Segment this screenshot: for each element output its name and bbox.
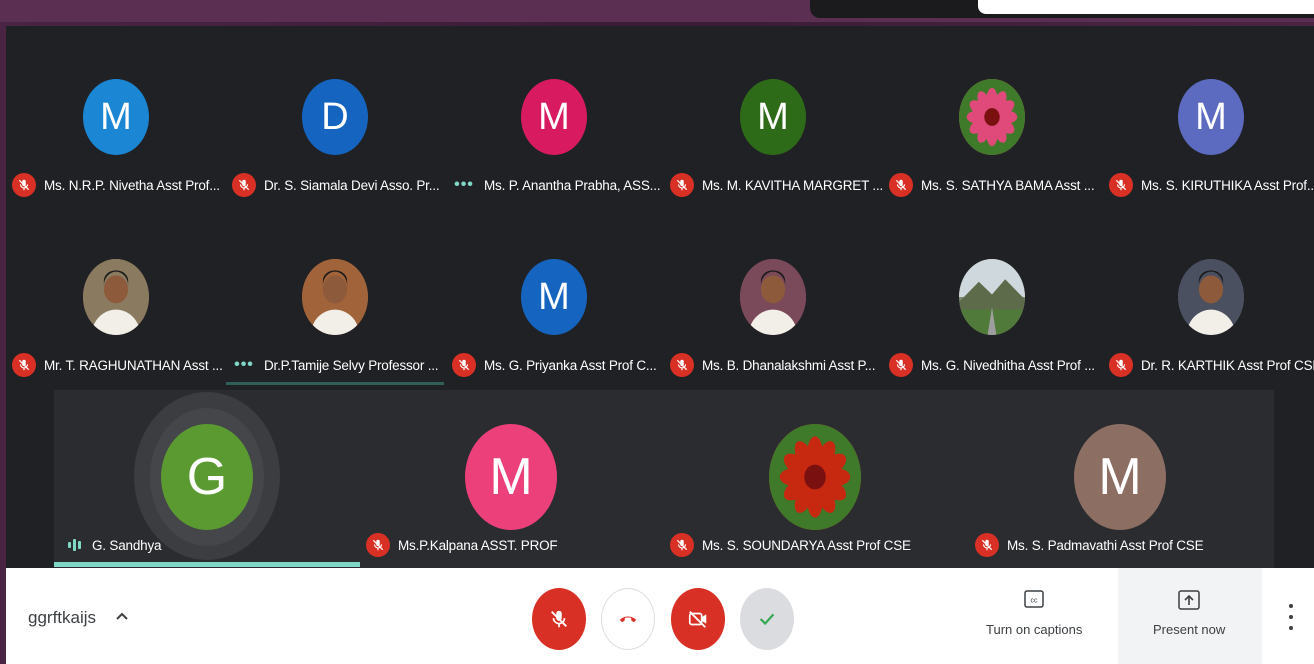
avatar: M [83, 79, 149, 155]
participant-name: Dr. S. Siamala Devi Asso. Pr... [264, 177, 440, 193]
avatar-photo [1178, 259, 1244, 335]
avatar: M [465, 424, 557, 530]
participant-name: G. Sandhya [92, 537, 162, 553]
meeting-code[interactable]: ggrftkaijs [28, 608, 96, 628]
avatar-photo [959, 259, 1025, 335]
participant-name-row: Dr. R. KARTHIK Asst Prof CSE [1109, 352, 1314, 378]
avatar-photo [769, 424, 861, 530]
mic-muted-icon [1109, 173, 1133, 197]
end-call-icon [619, 616, 637, 623]
mic-toggle-button[interactable] [532, 588, 586, 650]
participant-name: Ms.P.Kalpana ASST. PROF [398, 537, 558, 553]
mic-muted-icon [452, 353, 476, 377]
avatar: M [1178, 79, 1244, 155]
avatar: M [740, 79, 806, 155]
tile-highlight [226, 382, 444, 385]
avatar: D [302, 79, 368, 155]
speaking-indicator-icon [62, 539, 86, 551]
avatar-photo [83, 259, 149, 335]
mic-muted-icon [889, 173, 913, 197]
captions-button[interactable]: cc Turn on captions [986, 590, 1082, 637]
participant-name: Mr. T. RAGHUNATHAN Asst ... [44, 357, 223, 373]
participant-name: Ms. S. KIRUTHIKA Asst Prof... [1141, 177, 1314, 193]
participant-name-row: Ms. G. Priyanka Asst Prof C... [452, 352, 657, 378]
avatar-photo [302, 259, 368, 335]
participant-name: Ms. G. Nivedhitha Asst Prof ... [921, 357, 1095, 373]
avatar: G [161, 424, 253, 530]
participant-name: Dr.P.Tamije Selvy Professor ... [264, 357, 439, 373]
camera-off-icon [688, 611, 707, 628]
participant-name-row: ••• Ms. P. Anantha Prabha, ASS... [452, 172, 660, 198]
participant-name: Ms. S. SATHYA BAMA Asst ... [921, 177, 1095, 193]
active-speaker-indicator [54, 562, 360, 567]
present-now-label: Present now [1153, 622, 1226, 637]
avatar: M [1074, 424, 1166, 530]
participant-name: Ms. G. Priyanka Asst Prof C... [484, 357, 657, 373]
avatar-photo [959, 79, 1025, 155]
check-icon [759, 613, 775, 626]
present-now-button[interactable]: Present now [1153, 590, 1225, 637]
participant-name-row: Ms.P.Kalpana ASST. PROF [366, 532, 558, 558]
mic-muted-icon [12, 353, 36, 377]
mic-muted-icon [670, 173, 694, 197]
participant-name-row: Mr. T. RAGHUNATHAN Asst ... [12, 352, 223, 378]
participant-name: Ms. M. KAVITHA MARGRET ... [702, 177, 884, 193]
mic-muted-icon [366, 533, 390, 557]
avatar-photo [740, 259, 806, 335]
participant-name-row: Ms. N.R.P. Nivetha Asst Prof... [12, 172, 220, 198]
confirm-button[interactable] [740, 588, 794, 650]
mic-muted-icon [889, 353, 913, 377]
participant-name-row: Ms. G. Nivedhitha Asst Prof ... [889, 352, 1095, 378]
present-icon [1178, 590, 1200, 610]
mic-muted-icon [232, 173, 256, 197]
participant-name-row: Dr. S. Siamala Devi Asso. Pr... [232, 172, 440, 198]
participant-name: Ms. B. Dhanalakshmi Asst P... [702, 357, 876, 373]
participant-name: Ms. S. SOUNDARYA Asst Prof CSE [702, 537, 911, 553]
mic-muted-icon [670, 533, 694, 557]
mic-muted-icon [975, 533, 999, 557]
svg-text:cc: cc [1031, 598, 1039, 605]
captions-label: Turn on captions [986, 622, 1083, 637]
more-dots-icon: ••• [234, 356, 254, 373]
participant-name: Ms. N.R.P. Nivetha Asst Prof... [44, 177, 220, 193]
participant-name: Ms. S. Padmavathi Asst Prof CSE [1007, 537, 1204, 553]
more-options-icon[interactable] [1282, 604, 1300, 630]
mic-muted-icon [12, 173, 36, 197]
chevron-up-icon[interactable] [112, 606, 132, 626]
participant-name-row: Ms. S. KIRUTHIKA Asst Prof... [1109, 172, 1314, 198]
top-search-area [978, 0, 1314, 14]
camera-toggle-button[interactable] [671, 588, 725, 650]
participant-name-row: Ms. B. Dhanalakshmi Asst P... [670, 352, 875, 378]
leave-call-button[interactable] [601, 588, 655, 650]
participant-name: Ms. P. Anantha Prabha, ASS... [484, 177, 661, 193]
participant-name-row: Ms. M. KAVITHA MARGRET ... [670, 172, 883, 198]
participant-name-row: ••• Dr.P.Tamije Selvy Professor ... [232, 352, 438, 378]
mic-off-icon [551, 610, 567, 628]
participant-name: Dr. R. KARTHIK Asst Prof CSE [1141, 357, 1314, 373]
mic-muted-icon [1109, 353, 1133, 377]
more-dots-icon: ••• [454, 176, 474, 193]
captions-icon: cc [1024, 590, 1044, 608]
participant-name-row: G. Sandhya [62, 532, 162, 558]
mic-muted-icon [670, 353, 694, 377]
avatar: M [521, 79, 587, 155]
participant-name-row: Ms. S. SATHYA BAMA Asst ... [889, 172, 1095, 198]
participant-name-row: Ms. S. SOUNDARYA Asst Prof CSE [670, 532, 911, 558]
participant-name-row: Ms. S. Padmavathi Asst Prof CSE [975, 532, 1204, 558]
avatar: M [521, 259, 587, 335]
